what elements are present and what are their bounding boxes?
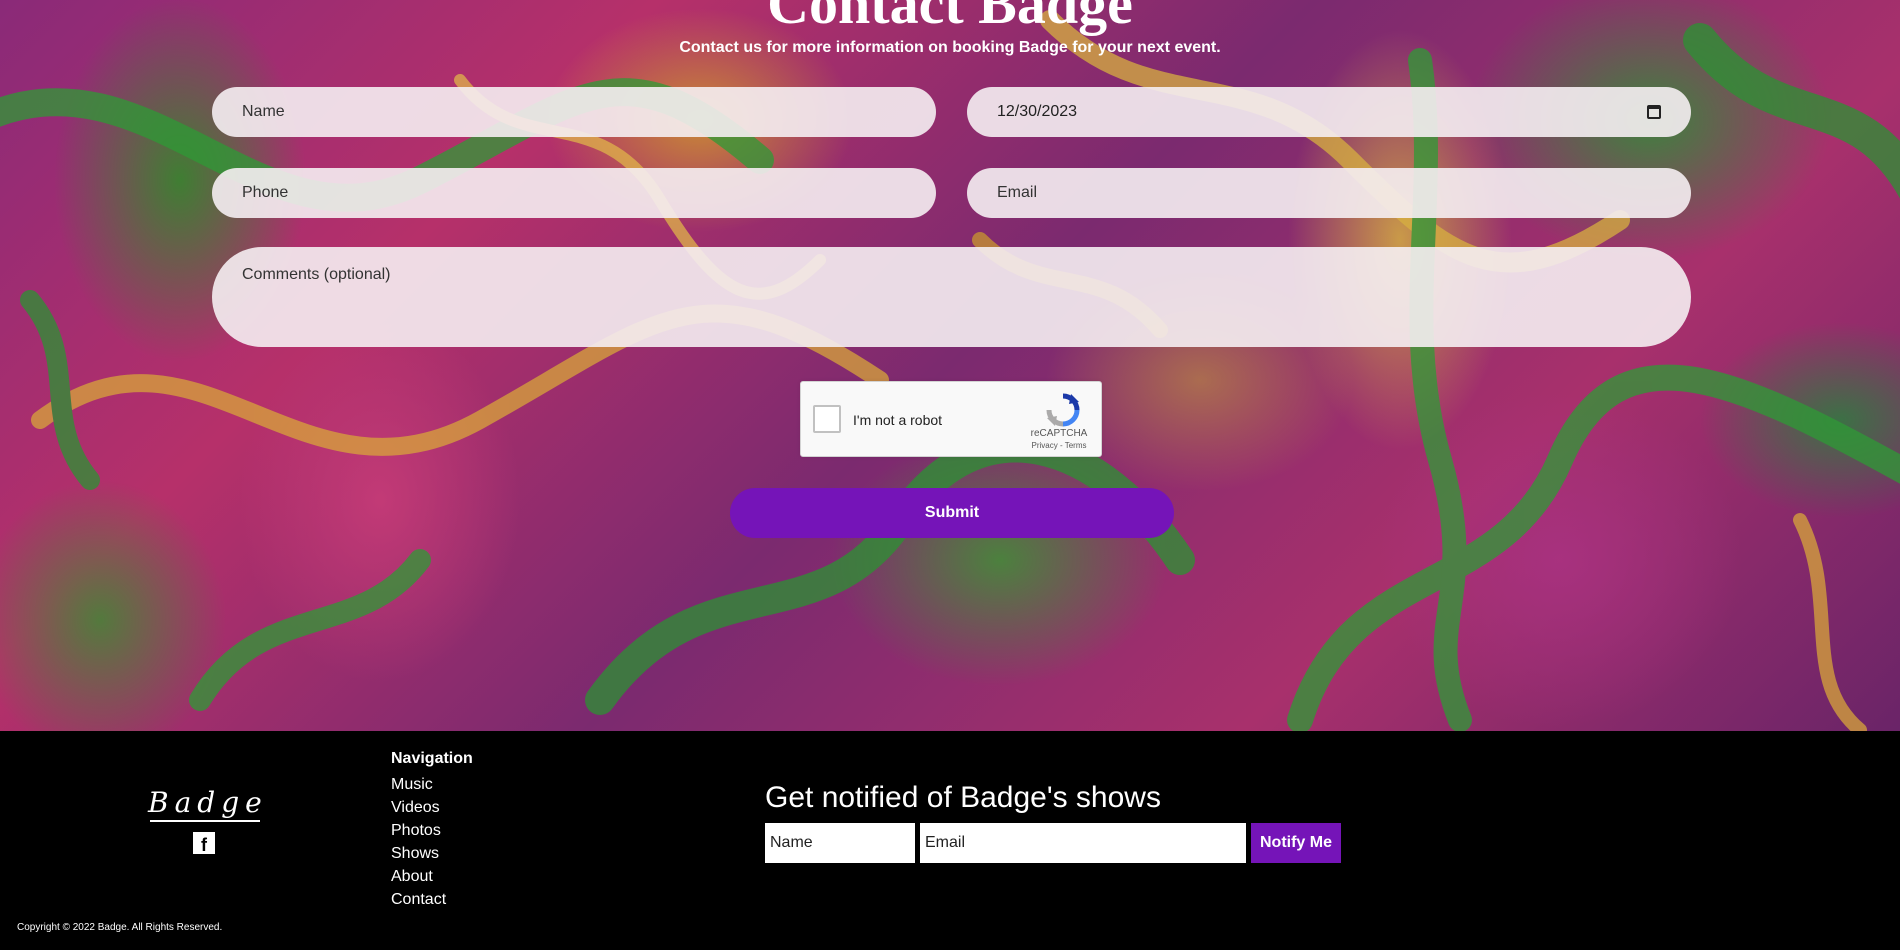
recaptcha-brand: reCAPTCHA (1030, 428, 1088, 439)
phone-placeholder: Phone (242, 184, 289, 201)
calendar-icon[interactable] (1647, 105, 1661, 119)
page-title: Contact Badge (767, 0, 1133, 36)
recaptcha-terms-link[interactable]: Privacy - Terms (1021, 441, 1097, 450)
logo-underline (150, 820, 260, 822)
notify-name-placeholder: Name (770, 834, 813, 851)
recaptcha-checkbox[interactable] (813, 405, 841, 433)
recaptcha-icon (1046, 393, 1080, 427)
notify-name-input[interactable]: Name (765, 823, 915, 863)
notify-email-placeholder: Email (925, 834, 966, 851)
notify-heading: Get notified of Badge's shows (765, 781, 1161, 814)
date-value: 12/30/2023 (997, 103, 1078, 120)
notify-me-button[interactable]: Notify Me (1251, 823, 1341, 863)
phone-input[interactable]: Phone (212, 168, 936, 218)
nav-item-about[interactable]: About (391, 865, 446, 888)
date-input[interactable]: 12/30/2023 (967, 87, 1691, 137)
nav-item-shows[interactable]: Shows (391, 842, 446, 865)
nav-item-photos[interactable]: Photos (391, 819, 446, 842)
comments-textarea[interactable]: Comments (optional) (212, 247, 1691, 347)
page-subtitle: Contact us for more information on booki… (679, 39, 1221, 56)
submit-button[interactable]: Submit (730, 488, 1174, 538)
recaptcha-widget: I'm not a robot reCAPTCHA Privacy - Term… (800, 381, 1102, 457)
email-input[interactable]: Email (967, 168, 1691, 218)
facebook-icon[interactable]: f (193, 832, 215, 854)
nav-heading: Navigation (391, 750, 473, 767)
footer-nav: Music Videos Photos Shows About Contact (391, 773, 446, 911)
copyright-text: Copyright © 2022 Badge. All Rights Reser… (17, 922, 223, 933)
notify-email-input[interactable]: Email (920, 823, 1246, 863)
nav-item-videos[interactable]: Videos (391, 796, 446, 819)
comments-placeholder: Comments (optional) (242, 266, 391, 283)
contact-section: Contact Badge Contact us for more inform… (0, 0, 1900, 731)
footer: Badge f Navigation Music Videos Photos S… (0, 731, 1900, 950)
nav-item-contact[interactable]: Contact (391, 888, 446, 911)
name-placeholder: Name (242, 103, 285, 120)
email-placeholder: Email (997, 184, 1038, 201)
nav-item-music[interactable]: Music (391, 773, 446, 796)
badge-logo[interactable]: Badge (148, 786, 262, 819)
recaptcha-label: I'm not a robot (853, 412, 943, 428)
name-input[interactable]: Name (212, 87, 936, 137)
